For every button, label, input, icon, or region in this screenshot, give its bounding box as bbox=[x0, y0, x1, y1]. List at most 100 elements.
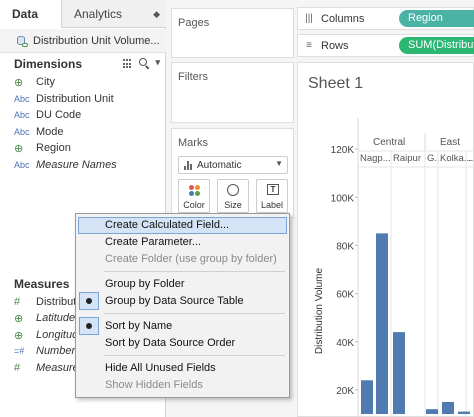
data-source-icon bbox=[16, 35, 28, 47]
y-tick-label: 120K bbox=[331, 145, 355, 156]
filters-shelf[interactable]: Filters bbox=[171, 62, 294, 123]
worksheet: Sheet 1 Distribution Volume 20K 40K 60K 80K 1… bbox=[297, 62, 474, 417]
menu-separator bbox=[104, 313, 285, 314]
field-label: Distributi bbox=[36, 296, 79, 308]
menu-item-group-by-data-source-table[interactable]: Group by Data Source Table bbox=[78, 293, 287, 310]
bar bbox=[376, 233, 388, 414]
menu-separator bbox=[104, 355, 285, 356]
y-tick-label: 60K bbox=[336, 290, 354, 301]
columns-pill-region[interactable]: Region bbox=[399, 10, 474, 27]
bar bbox=[361, 380, 373, 414]
size-label: Size bbox=[224, 200, 242, 210]
tab-analytics-label: Analytics bbox=[74, 7, 123, 21]
menu-item-sort-by-data-source-order[interactable]: Sort by Data Source Order bbox=[78, 335, 287, 352]
tab-analytics[interactable]: Analytics ◆ bbox=[62, 0, 166, 28]
bar bbox=[393, 332, 405, 414]
view-data-icon[interactable] bbox=[123, 59, 133, 69]
bar bbox=[442, 401, 454, 414]
dimensions-header: Dimensions ▾ bbox=[0, 54, 166, 74]
pages-shelf[interactable]: Pages bbox=[171, 8, 294, 58]
columns-label: Columns bbox=[321, 12, 365, 25]
marks-card: Marks Automatic ▼ Color Size T Label bbox=[171, 128, 294, 218]
string-type-icon: Abc bbox=[14, 94, 30, 104]
columns-icon: ||| bbox=[305, 13, 313, 24]
color-button[interactable]: Color bbox=[178, 179, 210, 213]
color-icon bbox=[189, 185, 201, 197]
y-axis-label: Distribution Volume bbox=[314, 267, 325, 354]
field-label: Latitude bbox=[36, 312, 76, 324]
bar-chart: Distribution Volume 20K 40K 60K 80K 100K 120K C… bbox=[314, 118, 473, 416]
size-button[interactable]: Size bbox=[217, 179, 249, 213]
rows-label: Rows bbox=[321, 39, 349, 52]
search-icon[interactable] bbox=[139, 58, 149, 68]
filters-title: Filters bbox=[178, 71, 208, 83]
column-header-label: ... bbox=[468, 153, 473, 164]
globe-icon: ⊕ bbox=[14, 76, 24, 89]
menu-item-create-calculated-field[interactable]: Create Calculated Field... bbox=[78, 217, 287, 234]
globe-icon: ⊕ bbox=[14, 142, 24, 155]
mark-type-value: Automatic bbox=[197, 159, 242, 171]
field-label: Distribution Unit bbox=[36, 93, 114, 105]
number-type-icon: # bbox=[14, 296, 21, 308]
y-tick-label: 80K bbox=[336, 241, 354, 252]
field-label: Measure bbox=[36, 362, 79, 374]
bar bbox=[426, 409, 438, 414]
menu-item-hide-all-unused-fields[interactable]: Hide All Unused Fields bbox=[78, 360, 287, 377]
field-label: Longitud bbox=[36, 329, 79, 341]
chevron-down-icon: ▼ bbox=[275, 159, 283, 168]
marks-title: Marks bbox=[178, 137, 208, 149]
y-tick-label: 100K bbox=[331, 193, 355, 204]
data-source-item[interactable]: Distribution Unit Volume... bbox=[0, 29, 166, 53]
column-header-label: Nagp... bbox=[360, 153, 391, 164]
tab-data[interactable]: Data bbox=[0, 0, 62, 28]
bar bbox=[458, 411, 470, 414]
menu-item-create-folder: Create Folder (use group by folder) bbox=[105, 253, 277, 265]
data-pane-tabs: Data Analytics ◆ bbox=[0, 0, 166, 28]
field-label: DU Code bbox=[36, 109, 82, 121]
field-label: Measure Names bbox=[36, 159, 117, 171]
field-label: City bbox=[36, 76, 55, 88]
rows-icon: ≡ bbox=[306, 40, 312, 51]
field-mode[interactable]: Abc Mode bbox=[0, 124, 166, 140]
field-region[interactable]: ⊕ Region bbox=[0, 140, 166, 156]
y-tick-label: 20K bbox=[336, 386, 354, 397]
rows-shelf[interactable]: ≡ Rows SUM(Distributi bbox=[297, 34, 474, 57]
color-label: Color bbox=[183, 200, 205, 210]
calc-number-icon: =# bbox=[14, 346, 25, 356]
size-icon bbox=[227, 184, 239, 196]
y-tick-label: 40K bbox=[336, 338, 354, 349]
dimensions-menu-icon[interactable]: ▾ bbox=[155, 57, 160, 69]
globe-icon: ⊕ bbox=[14, 312, 24, 325]
menu-item-create-parameter[interactable]: Create Parameter... bbox=[78, 234, 287, 251]
string-type-icon: Abc bbox=[14, 160, 30, 170]
bar-chart-icon bbox=[184, 160, 192, 170]
field-label: Region bbox=[36, 142, 71, 154]
globe-icon: ⊕ bbox=[14, 329, 24, 342]
data-source-name: Distribution Unit Volume... bbox=[33, 34, 160, 47]
field-label: Mode bbox=[36, 126, 64, 138]
column-header-label: Raipur bbox=[393, 153, 421, 164]
menu-item-sort-by-name[interactable]: Sort by Name bbox=[78, 318, 287, 335]
field-city[interactable]: ⊕ City bbox=[0, 74, 166, 90]
column-header-label: Kolka... bbox=[440, 153, 472, 164]
rows-pill-sum[interactable]: SUM(Distributi bbox=[399, 37, 474, 54]
mark-type-dropdown[interactable]: Automatic ▼ bbox=[178, 156, 288, 174]
measures-title: Measures bbox=[14, 277, 70, 291]
field-du-code[interactable]: Abc DU Code bbox=[0, 107, 166, 123]
field-distribution-unit[interactable]: Abc Distribution Unit bbox=[0, 91, 166, 107]
label-icon: T bbox=[267, 184, 279, 195]
columns-shelf[interactable]: ||| Columns Region bbox=[297, 7, 474, 30]
context-menu: Create Calculated Field... Create Parame… bbox=[75, 213, 290, 398]
tab-menu-icon[interactable]: ◆ bbox=[153, 0, 160, 28]
menu-item-show-hidden-fields: Show Hidden Fields bbox=[105, 379, 203, 391]
column-group-label: Central bbox=[373, 137, 405, 148]
label-label: Label bbox=[260, 200, 284, 210]
number-type-icon: # bbox=[14, 362, 21, 374]
string-type-icon: Abc bbox=[14, 110, 30, 120]
column-group-label: East bbox=[440, 137, 460, 148]
field-measure-names[interactable]: Abc Measure Names bbox=[0, 157, 166, 173]
label-button[interactable]: T Label bbox=[256, 179, 288, 213]
menu-item-group-by-folder[interactable]: Group by Folder bbox=[78, 276, 287, 293]
string-type-icon: Abc bbox=[14, 127, 30, 137]
menu-separator bbox=[104, 271, 285, 272]
